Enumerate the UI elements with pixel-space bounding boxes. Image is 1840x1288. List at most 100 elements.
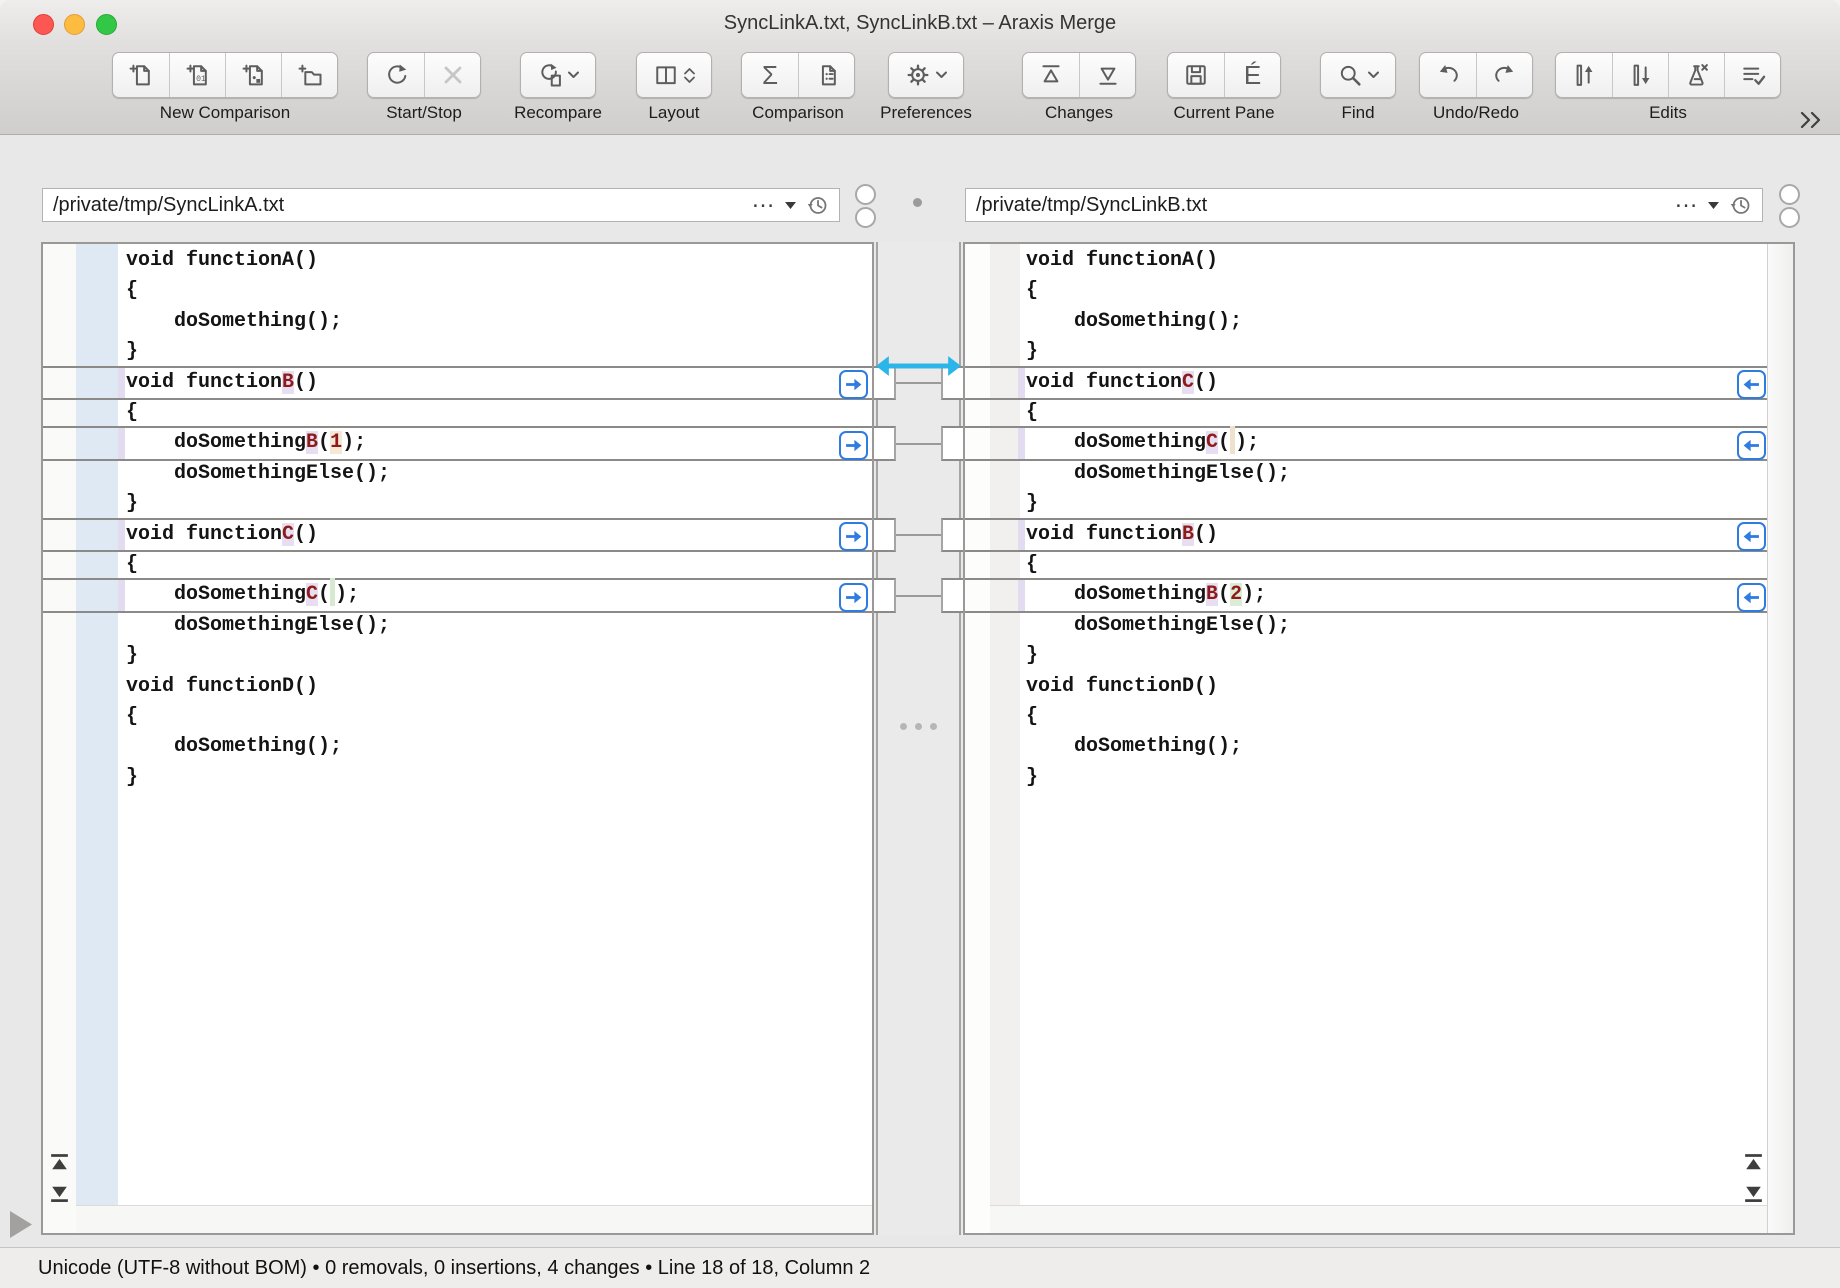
code-line[interactable]: void functionD(): [43, 672, 872, 702]
ellipsis-icon[interactable]: …: [1674, 195, 1698, 215]
new-image-comparison-button[interactable]: [225, 53, 281, 97]
code-line[interactable]: {: [43, 398, 872, 428]
code-line[interactable]: }: [965, 337, 1793, 367]
code-line[interactable]: doSomethingElse();: [43, 611, 872, 641]
encoding-icon: É: [1244, 62, 1261, 88]
code-line[interactable]: doSomethingElse();: [965, 611, 1793, 641]
code-line[interactable]: doSomething();: [43, 732, 872, 762]
code-line[interactable]: {: [43, 702, 872, 732]
code-line[interactable]: doSomethingB(2);: [965, 578, 1793, 612]
code-line[interactable]: doSomething();: [965, 732, 1793, 762]
left-pane-select-radio-top[interactable]: [855, 184, 876, 205]
code-line[interactable]: }: [43, 763, 872, 793]
right-pane-select-radio-bottom[interactable]: [1779, 207, 1800, 228]
next-change-button[interactable]: [1079, 53, 1135, 97]
right-pane-select-radio-top[interactable]: [1779, 184, 1800, 205]
code-line[interactable]: void functionD(): [965, 672, 1793, 702]
last-change-icon[interactable]: [1741, 1181, 1765, 1205]
merge-left-button[interactable]: [1737, 431, 1766, 460]
code-line[interactable]: {: [43, 276, 872, 306]
merge-left-button[interactable]: [1737, 370, 1766, 399]
code-line[interactable]: {: [965, 276, 1793, 306]
code-line[interactable]: void functionA(): [965, 246, 1793, 276]
code-line[interactable]: doSomething();: [43, 307, 872, 337]
sigma-button[interactable]: Σ: [742, 53, 798, 97]
report-button[interactable]: [798, 53, 854, 97]
first-change-icon[interactable]: [47, 1150, 71, 1174]
last-change-icon[interactable]: [47, 1181, 71, 1205]
first-change-icon[interactable]: [1741, 1150, 1765, 1174]
new-image-comparison-icon: [240, 61, 268, 89]
code-line[interactable]: void functionC(): [43, 518, 872, 552]
expand-triangle-icon[interactable]: [10, 1211, 32, 1243]
code-line[interactable]: void functionB(): [965, 518, 1793, 552]
code-line[interactable]: }: [43, 489, 872, 519]
gutter-drag-dots-icon[interactable]: [874, 723, 963, 730]
code-line[interactable]: {: [965, 550, 1793, 580]
accept-edits-button[interactable]: [1724, 53, 1780, 97]
new-folder-comparison-button[interactable]: [281, 53, 337, 97]
edit-shift-down-button[interactable]: [1612, 53, 1668, 97]
code-line[interactable]: doSomethingC();: [965, 426, 1793, 460]
stop-button[interactable]: [424, 53, 480, 97]
code-line[interactable]: doSomethingElse();: [43, 459, 872, 489]
merge-right-button[interactable]: [839, 522, 868, 551]
right-file-pane[interactable]: void functionA(){ doSomething();}void fu…: [963, 242, 1795, 1235]
discard-edits-button[interactable]: [1668, 53, 1724, 97]
code-line[interactable]: doSomething();: [965, 307, 1793, 337]
history-icon[interactable]: [805, 193, 830, 218]
code-line[interactable]: {: [965, 702, 1793, 732]
left-horizontal-scrollbar[interactable]: [76, 1205, 872, 1233]
recompare-button[interactable]: [521, 53, 595, 97]
redo-button[interactable]: [1476, 53, 1532, 97]
right-vertical-scrollbar[interactable]: [1767, 244, 1793, 1233]
dropdown-arrow-icon[interactable]: [1708, 202, 1719, 209]
pane-link-dot-icon[interactable]: [913, 198, 922, 207]
code-line[interactable]: {: [965, 398, 1793, 428]
changed-line-marker: [118, 368, 125, 398]
start-button[interactable]: [368, 53, 424, 97]
merge-right-button[interactable]: [839, 370, 868, 399]
gear-button[interactable]: [889, 53, 963, 97]
dropdown-arrow-icon[interactable]: [785, 202, 796, 209]
code-line[interactable]: }: [43, 641, 872, 671]
code-line[interactable]: }: [43, 337, 872, 367]
code-line[interactable]: doSomethingB(1);: [43, 426, 872, 460]
sync-link-double-arrow-icon[interactable]: [876, 353, 961, 384]
history-icon[interactable]: [1728, 193, 1753, 218]
left-file-pane[interactable]: void functionA(){ doSomething();}void fu…: [41, 242, 874, 1235]
ellipsis-icon[interactable]: …: [751, 195, 775, 215]
edit-shift-up-button[interactable]: [1556, 53, 1612, 97]
merge-right-button[interactable]: [839, 583, 868, 612]
right-horizontal-scrollbar[interactable]: [990, 1205, 1767, 1233]
left-file-path-bar[interactable]: /private/tmp/SyncLinkA.txt …: [42, 188, 840, 222]
start-icon: [382, 61, 410, 89]
code-line[interactable]: }: [965, 641, 1793, 671]
toolbar-group-label: Edits: [1649, 103, 1687, 123]
change-link-line: [896, 534, 941, 536]
code-line[interactable]: void functionC(): [965, 366, 1793, 400]
previous-change-button[interactable]: [1023, 53, 1079, 97]
encoding-button[interactable]: É: [1224, 53, 1280, 97]
save-button[interactable]: [1168, 53, 1224, 97]
layout-button[interactable]: [637, 53, 711, 97]
find-button[interactable]: [1321, 53, 1395, 97]
new-text-comparison-button[interactable]: [113, 53, 169, 97]
undo-button[interactable]: [1420, 53, 1476, 97]
code-text: {: [126, 702, 138, 732]
code-line[interactable]: {: [43, 550, 872, 580]
merge-left-button[interactable]: [1737, 522, 1766, 551]
code-line[interactable]: void functionA(): [43, 246, 872, 276]
code-line[interactable]: }: [965, 763, 1793, 793]
code-line[interactable]: doSomethingC();: [43, 578, 872, 612]
left-pane-select-radio-bottom[interactable]: [855, 207, 876, 228]
new-binary-comparison-button[interactable]: 01: [169, 53, 225, 97]
code-line[interactable]: void functionB(): [43, 366, 872, 400]
merge-left-button[interactable]: [1737, 583, 1766, 612]
code-line[interactable]: doSomethingElse();: [965, 459, 1793, 489]
merge-right-button[interactable]: [839, 431, 868, 460]
code-text: doSomething();: [1026, 732, 1242, 762]
code-line[interactable]: }: [965, 489, 1793, 519]
right-file-path-bar[interactable]: /private/tmp/SyncLinkB.txt …: [965, 188, 1763, 222]
toolbar-overflow-button[interactable]: [1798, 109, 1824, 138]
